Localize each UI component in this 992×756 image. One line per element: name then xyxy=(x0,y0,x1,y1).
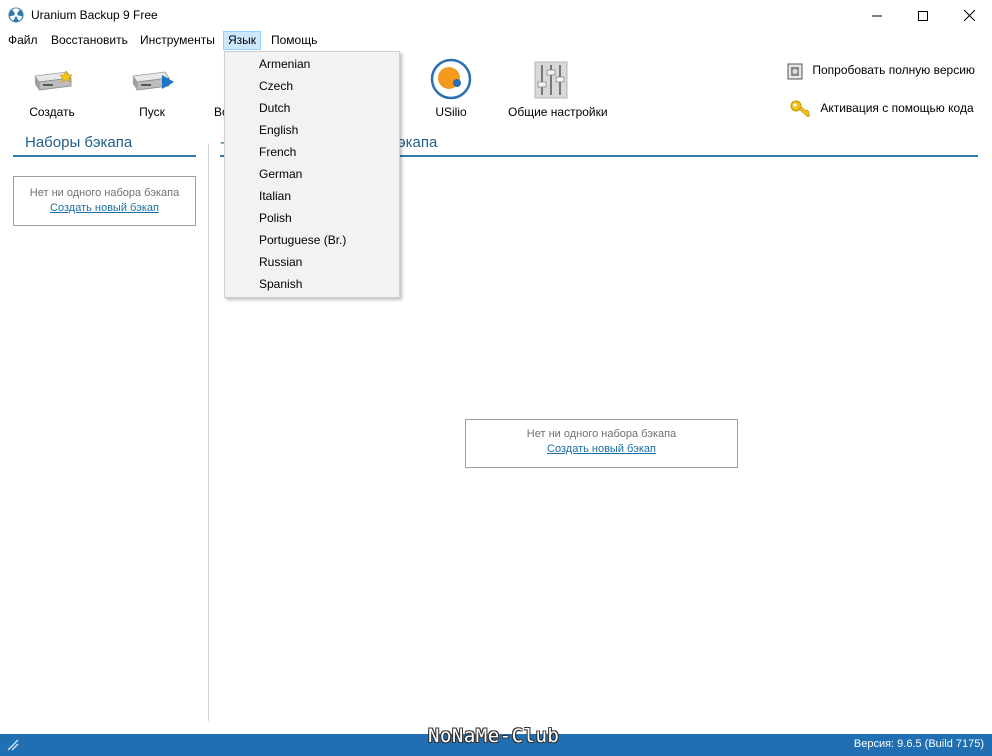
box-icon xyxy=(787,63,803,80)
language-option-czech[interactable]: Czech xyxy=(226,75,398,97)
main-empty-sets-box: Нет ни одного набора бэкапа Создать новы… xyxy=(465,419,738,468)
menu-language[interactable]: Язык xyxy=(223,31,262,50)
left-empty-text: Нет ни одного набора бэкапа xyxy=(29,187,180,199)
minimize-icon xyxy=(872,15,882,16)
version-text: Версия: 9.6.5 (Build 7175) xyxy=(853,738,984,750)
panel-separator xyxy=(208,144,209,721)
left-empty-sets-box: Нет ни одного набора бэкапа Создать новы… xyxy=(13,176,196,226)
create-button[interactable]: Создать xyxy=(9,58,95,124)
run-drive-icon xyxy=(132,71,174,91)
left-panel-divider xyxy=(13,155,196,157)
backup-sets-title: Наборы бэкапа xyxy=(25,134,133,151)
menu-restore[interactable]: Восстановить xyxy=(47,31,132,50)
language-option-spanish[interactable]: Spanish xyxy=(226,273,398,295)
settings-button[interactable]: Общие настройки xyxy=(508,58,608,124)
title-bar: Uranium Backup 9 Free xyxy=(0,0,992,31)
menu-bar: Файл Восстановить Инструменты Язык Помощ… xyxy=(0,31,992,51)
main-empty-text: Нет ни одного набора бэкапа xyxy=(526,428,677,440)
close-button[interactable] xyxy=(946,0,992,31)
create-label: Создать xyxy=(29,105,75,119)
run-button[interactable]: Пуск xyxy=(109,58,195,124)
language-option-italian[interactable]: Italian xyxy=(226,185,398,207)
key-icon xyxy=(790,100,811,118)
activation-code-label: Активация с помощью кода xyxy=(820,101,974,116)
settings-label: Общие настройки xyxy=(508,105,608,119)
maximize-button[interactable] xyxy=(900,0,946,31)
close-icon xyxy=(963,10,975,21)
menu-tools[interactable]: Инструменты xyxy=(136,31,219,50)
usilio-label: USilio xyxy=(435,105,467,119)
resize-grip-icon xyxy=(7,739,19,751)
language-option-polish[interactable]: Polish xyxy=(226,207,398,229)
sliders-icon xyxy=(534,61,568,99)
minimize-button[interactable] xyxy=(854,0,900,31)
run-label: Пуск xyxy=(139,105,165,119)
language-option-french[interactable]: French xyxy=(226,141,398,163)
uranium-logo-icon xyxy=(8,7,24,23)
maximize-icon xyxy=(918,10,928,21)
menu-help[interactable]: Помощь xyxy=(267,31,321,50)
activation-code-link[interactable]: Активация с помощью кода xyxy=(790,99,974,119)
usilio-icon xyxy=(430,58,472,100)
language-option-armenian[interactable]: Armenian xyxy=(226,53,398,75)
main-create-backup-link[interactable]: Создать новый бэкап xyxy=(466,443,737,455)
language-option-portuguese[interactable]: Portuguese (Br.) xyxy=(226,229,398,251)
language-option-dutch[interactable]: Dutch xyxy=(226,97,398,119)
try-full-version-label: Попробовать полную версию xyxy=(812,63,975,78)
try-full-version-link[interactable]: Попробовать полную версию xyxy=(786,61,975,81)
language-dropdown: Armenian Czech Dutch English French Germ… xyxy=(224,51,400,298)
watermark: NoNaMe-Club xyxy=(428,725,560,747)
app-window: Uranium Backup 9 Free Файл Восстановить … xyxy=(0,0,992,756)
window-title: Uranium Backup 9 Free xyxy=(31,8,158,22)
menu-file[interactable]: Файл xyxy=(4,31,42,50)
usilio-button[interactable]: USilio xyxy=(408,58,494,124)
language-option-english[interactable]: English xyxy=(226,119,398,141)
main-panel-title: экапа xyxy=(398,134,438,151)
language-option-russian[interactable]: Russian xyxy=(226,251,398,273)
language-option-german[interactable]: German xyxy=(226,163,398,185)
left-create-backup-link[interactable]: Создать новый бэкап xyxy=(14,202,195,214)
new-drive-icon xyxy=(34,70,73,91)
